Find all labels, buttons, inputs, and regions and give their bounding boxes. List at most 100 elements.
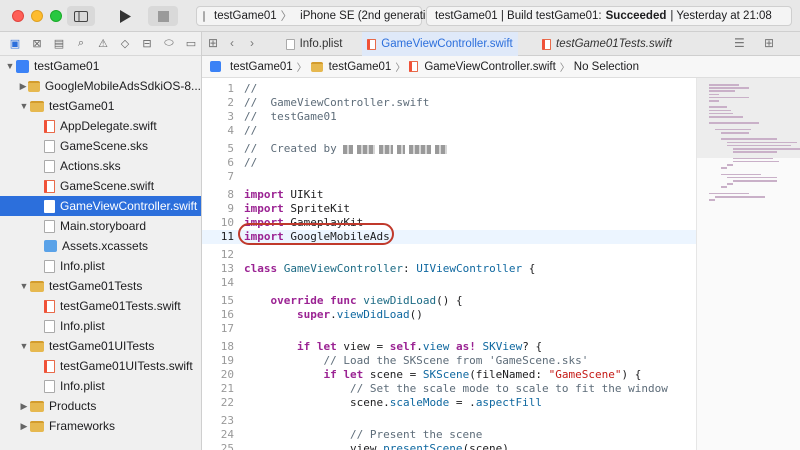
code-line[interactable]: 23 (202, 414, 696, 428)
tree-item-label: GameScene.sks (60, 139, 149, 153)
close-window-button[interactable] (12, 10, 24, 22)
tree-file[interactable]: Info.plist (0, 256, 201, 276)
code-line[interactable]: 17 (202, 322, 696, 336)
tree-file[interactable]: GameViewController.swift (0, 196, 201, 216)
jump-crumb-project[interactable]: testGame01 (230, 61, 293, 73)
code-line[interactable]: 25 view.presentScene(scene) (202, 442, 696, 450)
code-line[interactable]: 21 // Set the scale mode to scale to fit… (202, 382, 696, 396)
scheme-selector[interactable]: testGame01 〉 iPhone SE (2nd generation) (196, 6, 442, 26)
editor-tab[interactable]: GameViewController.swift (362, 32, 518, 56)
code-line[interactable]: 15 override func viewDidLoad() { (202, 294, 696, 308)
assets-icon (44, 240, 57, 252)
test-icon[interactable]: ◇ (118, 37, 132, 50)
code-line[interactable]: 9 import SpriteKit (202, 202, 696, 216)
minimap[interactable] (696, 78, 800, 450)
tree-group[interactable]: ▼ testGame01UITests (0, 336, 201, 356)
add-editor-icon[interactable]: ⊞ (764, 36, 774, 50)
code-line[interactable]: 14 (202, 276, 696, 290)
code-line[interactable]: 13 class GameViewController: UIViewContro… (202, 262, 696, 276)
report-icon[interactable]: ▭ (184, 37, 198, 50)
jump-crumb-group[interactable]: testGame01 (329, 61, 392, 73)
disclosure-closed-icon[interactable]: ▶ (18, 81, 28, 92)
tree-file[interactable]: Main.storyboard (0, 216, 201, 236)
editor-tab[interactable]: testGame01Tests.swift (522, 32, 692, 56)
source-control-icon[interactable]: ⊠ (30, 37, 44, 50)
disclosure-open-icon[interactable]: ▼ (4, 61, 16, 71)
minimap-line (727, 164, 733, 166)
folder-icon (30, 100, 44, 112)
code-line[interactable]: 18 if let view = self.view as! SKView? { (202, 340, 696, 354)
disclosure-open-icon[interactable]: ▼ (18, 341, 30, 351)
forward-icon[interactable]: › (250, 36, 254, 50)
tree-file[interactable]: Info.plist (0, 316, 201, 336)
tree-group[interactable]: ▼ testGame01 (0, 56, 201, 76)
code-line[interactable]: 4 // (202, 124, 696, 138)
tree-file[interactable]: testGame01UITests.swift (0, 356, 201, 376)
tree-item-label: testGame01Tests (49, 279, 143, 293)
editor-options-icon[interactable]: ☰ (734, 36, 745, 50)
tree-file[interactable]: Assets.xcassets (0, 236, 201, 256)
disclosure-closed-icon[interactable]: ▶ (18, 401, 30, 412)
code-line[interactable]: 2 // GameViewController.swift (202, 96, 696, 110)
disclosure-open-icon[interactable]: ▼ (18, 281, 30, 291)
stop-button[interactable] (148, 6, 178, 26)
tree-item-label: testGame01UITests (49, 339, 155, 353)
source-editor[interactable]: 1 // 2 // GameViewController.swift 3 // testG… (202, 78, 696, 450)
chevron-right-icon: 〉 (395, 63, 406, 74)
code-token: UIViewController (416, 262, 523, 275)
folder-icon[interactable]: ▣ (8, 37, 22, 50)
tree-file[interactable]: GameScene.sks (0, 136, 201, 156)
tree-item-label: Products (49, 399, 97, 413)
swift-file-icon (542, 38, 552, 50)
line-number: 15 (220, 294, 234, 307)
code-line[interactable]: 3 // testGame01 (202, 110, 696, 124)
redacted-text (357, 144, 376, 154)
line-number: 3 (227, 110, 234, 123)
breakpoint-icon[interactable]: ⬭ (162, 37, 176, 50)
code-line[interactable]: 22 scene.scaleMode = .aspectFill (202, 396, 696, 410)
line-number: 8 (227, 188, 234, 201)
jump-crumb-symbol[interactable]: No Selection (574, 61, 639, 73)
code-line[interactable]: 7 (202, 170, 696, 184)
tree-group[interactable]: ▶ Products (0, 396, 201, 416)
code-token: // Present the scene (244, 428, 483, 441)
tree-file[interactable]: testGame01Tests.swift (0, 296, 201, 316)
tree-group[interactable]: ▼ testGame01 (0, 96, 201, 116)
disclosure-closed-icon[interactable]: ▶ (18, 421, 30, 432)
code-line[interactable]: 19 // Load the SKScene from 'GameScene.s… (202, 354, 696, 368)
tree-file[interactable]: GameScene.swift (0, 176, 201, 196)
code-token: () (409, 308, 423, 321)
tree-group[interactable]: ▶ GoogleMobileAdsSdkiOS-8... (0, 76, 201, 96)
code-line[interactable]: 1 // (202, 82, 696, 96)
code-line[interactable]: 24 // Present the scene (202, 428, 696, 442)
warning-icon[interactable]: ⚠ (96, 37, 110, 50)
disclosure-open-icon[interactable]: ▼ (18, 101, 30, 111)
code-line[interactable]: 20 if let scene = SKScene(fileNamed: "Ga… (202, 368, 696, 382)
code-line[interactable]: 8 import UIKit (202, 188, 696, 202)
back-icon[interactable]: ‹ (230, 36, 234, 50)
code-line[interactable]: 5 // Created by (202, 142, 696, 156)
code-line[interactable]: 12 (202, 248, 696, 262)
tree-file[interactable]: Actions.sks (0, 156, 201, 176)
code-line[interactable]: 6 // (202, 156, 696, 170)
grid-icon[interactable]: ⊞ (208, 36, 218, 50)
code-line[interactable]: 16 super.viewDidLoad() (202, 308, 696, 322)
minimize-window-button[interactable] (31, 10, 43, 22)
jump-crumb-file[interactable]: GameViewController.swift (424, 61, 555, 73)
code-token: // (244, 156, 258, 169)
tree-group[interactable]: ▶ Frameworks (0, 416, 201, 436)
swift-file-icon (44, 299, 55, 313)
run-button[interactable] (110, 6, 140, 26)
navigator-toggle-button[interactable] (67, 6, 95, 26)
code-token: // (244, 82, 258, 95)
tree-file[interactable]: Info.plist (0, 376, 201, 396)
find-icon[interactable]: ⌕ (74, 37, 88, 50)
tree-group[interactable]: ▼ testGame01Tests (0, 276, 201, 296)
tree-file[interactable]: AppDelegate.swift (0, 116, 201, 136)
code-token: scaleMode (389, 396, 450, 409)
debug-icon[interactable]: ⊟ (140, 37, 154, 50)
line-number: 2 (227, 96, 234, 109)
symbol-icon[interactable]: ▤ (52, 37, 66, 50)
zoom-window-button[interactable] (50, 10, 62, 22)
editor-tab[interactable]: Info.plist (272, 32, 356, 56)
